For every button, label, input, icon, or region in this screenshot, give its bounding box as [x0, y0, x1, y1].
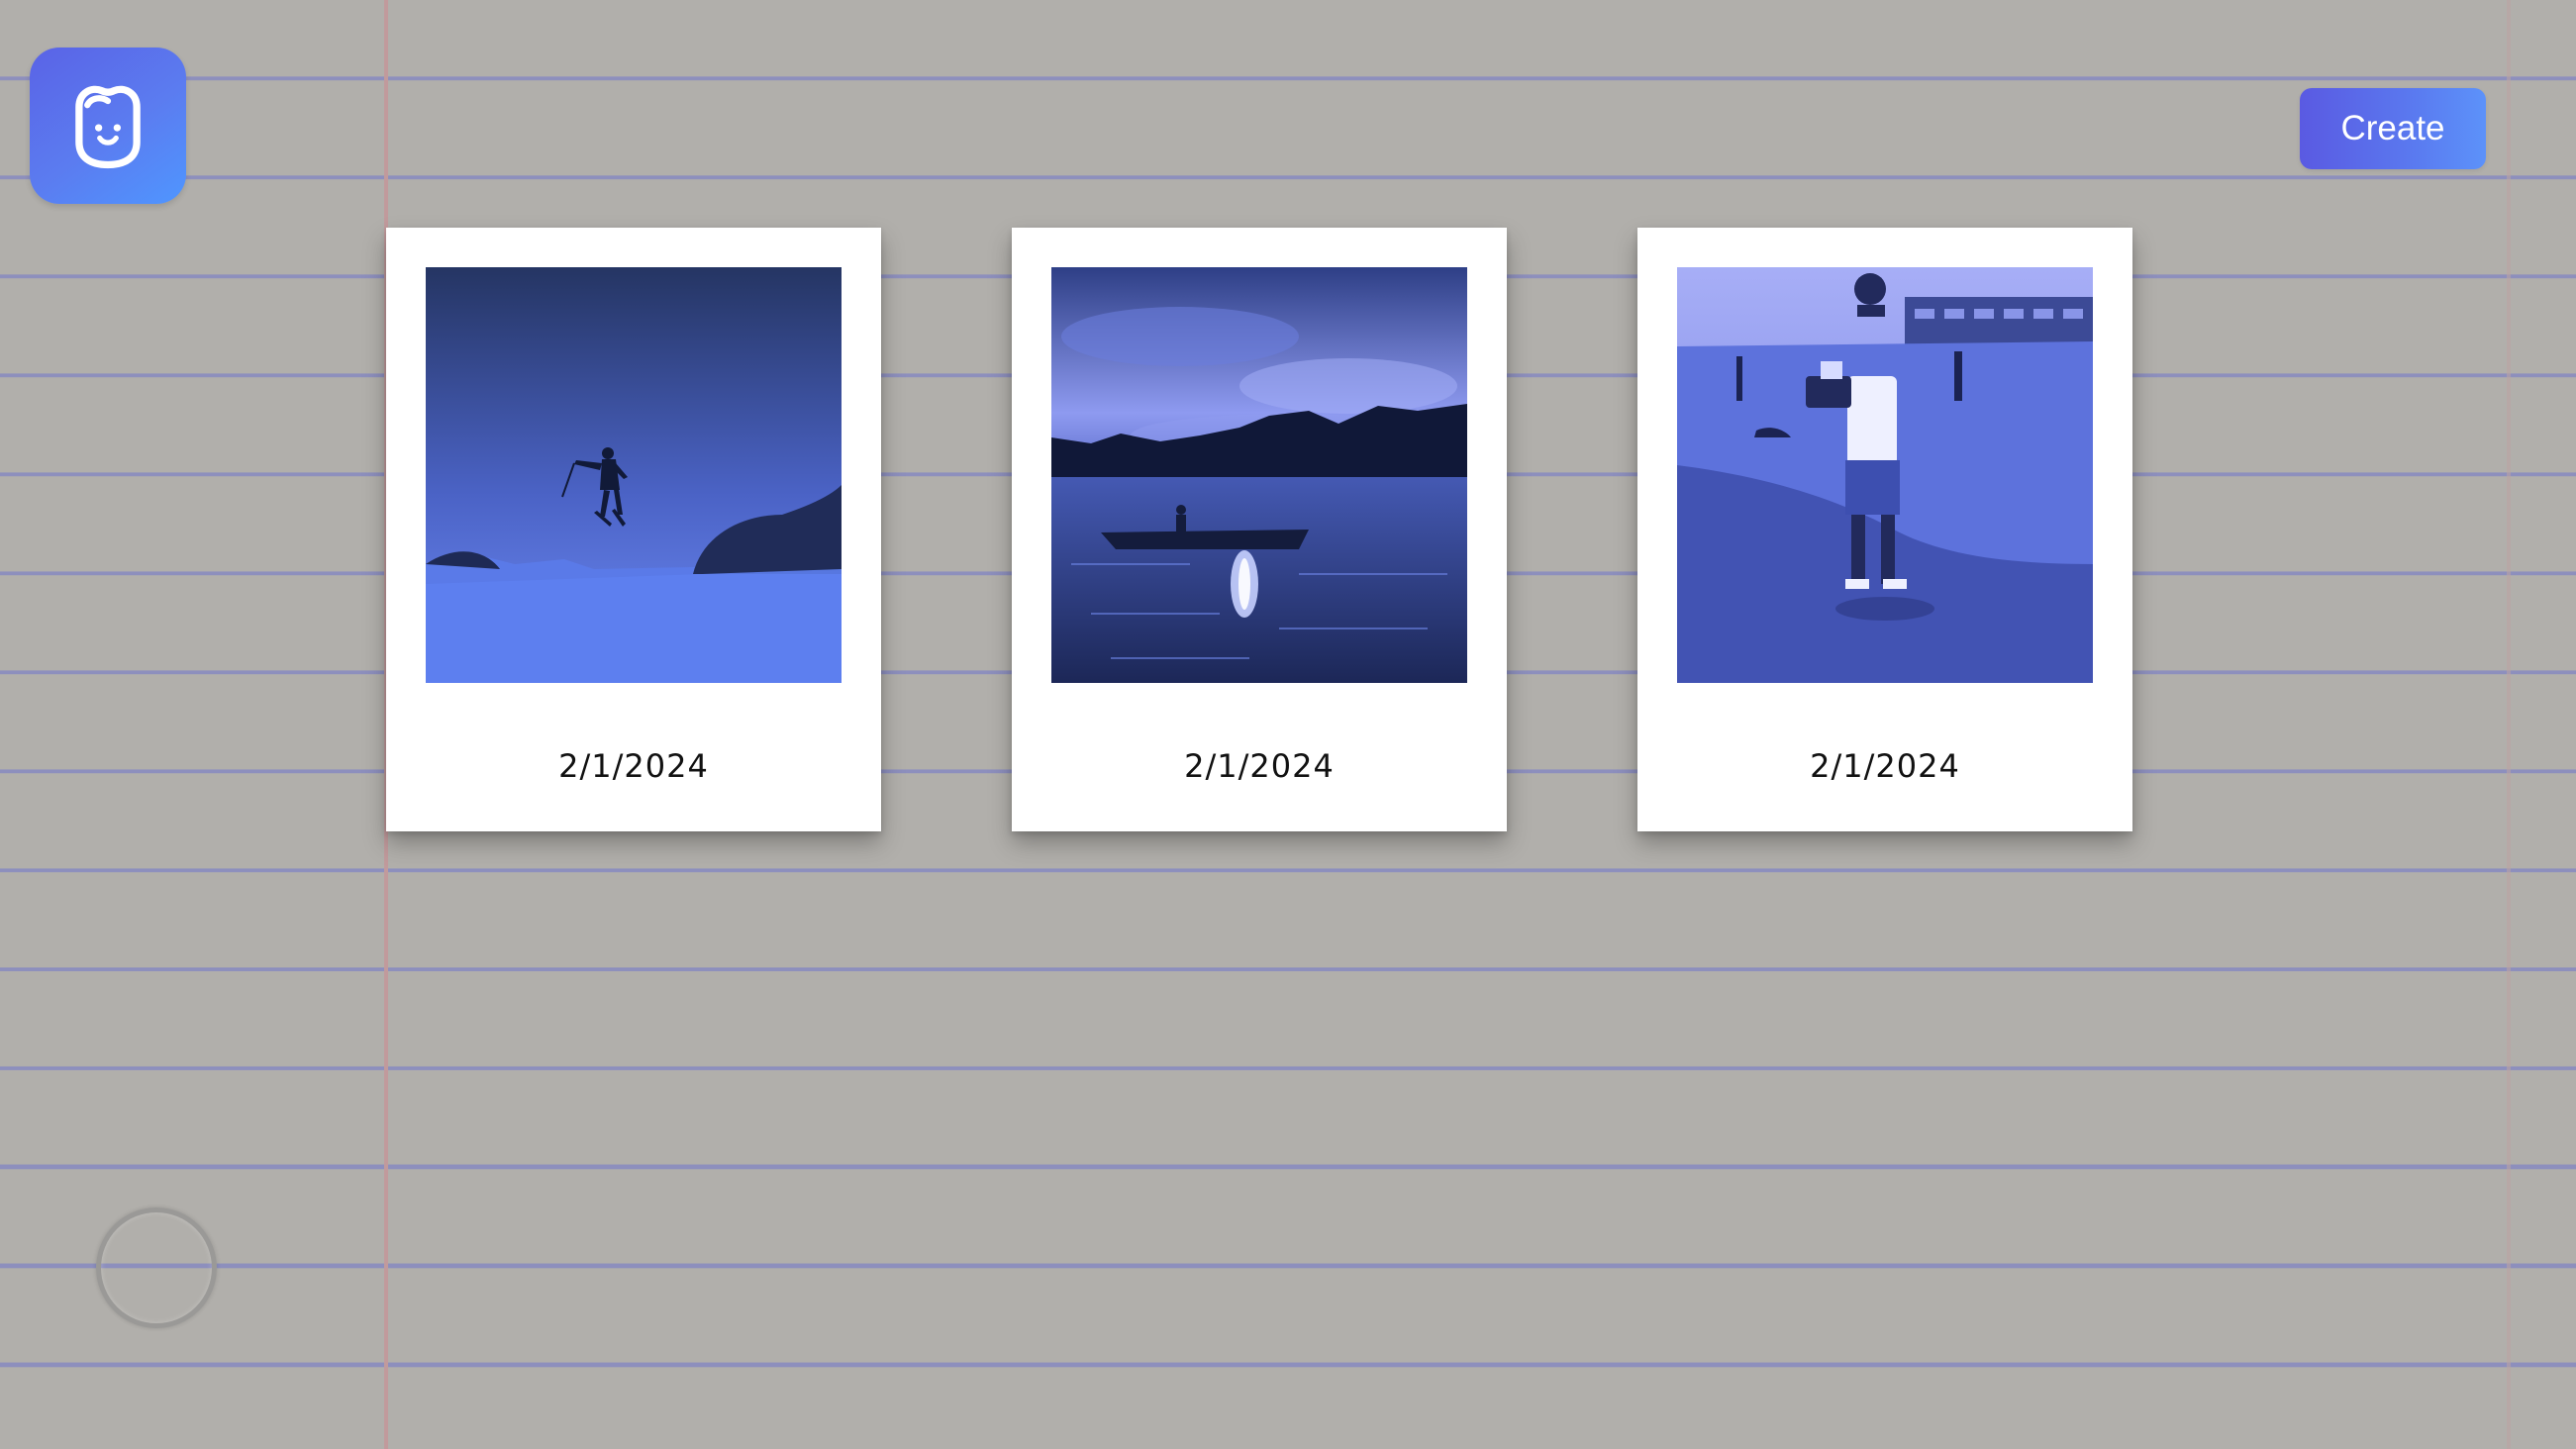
page-title: Your Memory Gallery	[0, 59, 2576, 178]
page-title-text: Your Memory Gallery	[774, 63, 1782, 174]
photo-date: 2/1/2024	[1810, 747, 1960, 785]
photo-card[interactable]: 2/1/2024	[1012, 228, 1507, 831]
photo-date: 2/1/2024	[1184, 747, 1335, 785]
skier-jump-photo[interactable]	[426, 267, 842, 683]
photo-card[interactable]: 2/1/2024	[386, 228, 881, 831]
photo-date: 2/1/2024	[558, 747, 709, 785]
photo-card[interactable]: 2/1/2024	[1637, 228, 2132, 831]
notebook-margin-line-right	[2507, 0, 2511, 1449]
floating-circle-button[interactable]	[96, 1208, 217, 1328]
canoe-lake-sunset-photo[interactable]	[1051, 267, 1467, 683]
create-button[interactable]: Create	[2300, 88, 2486, 169]
person-holding-trophy-photo[interactable]	[1677, 267, 2093, 683]
